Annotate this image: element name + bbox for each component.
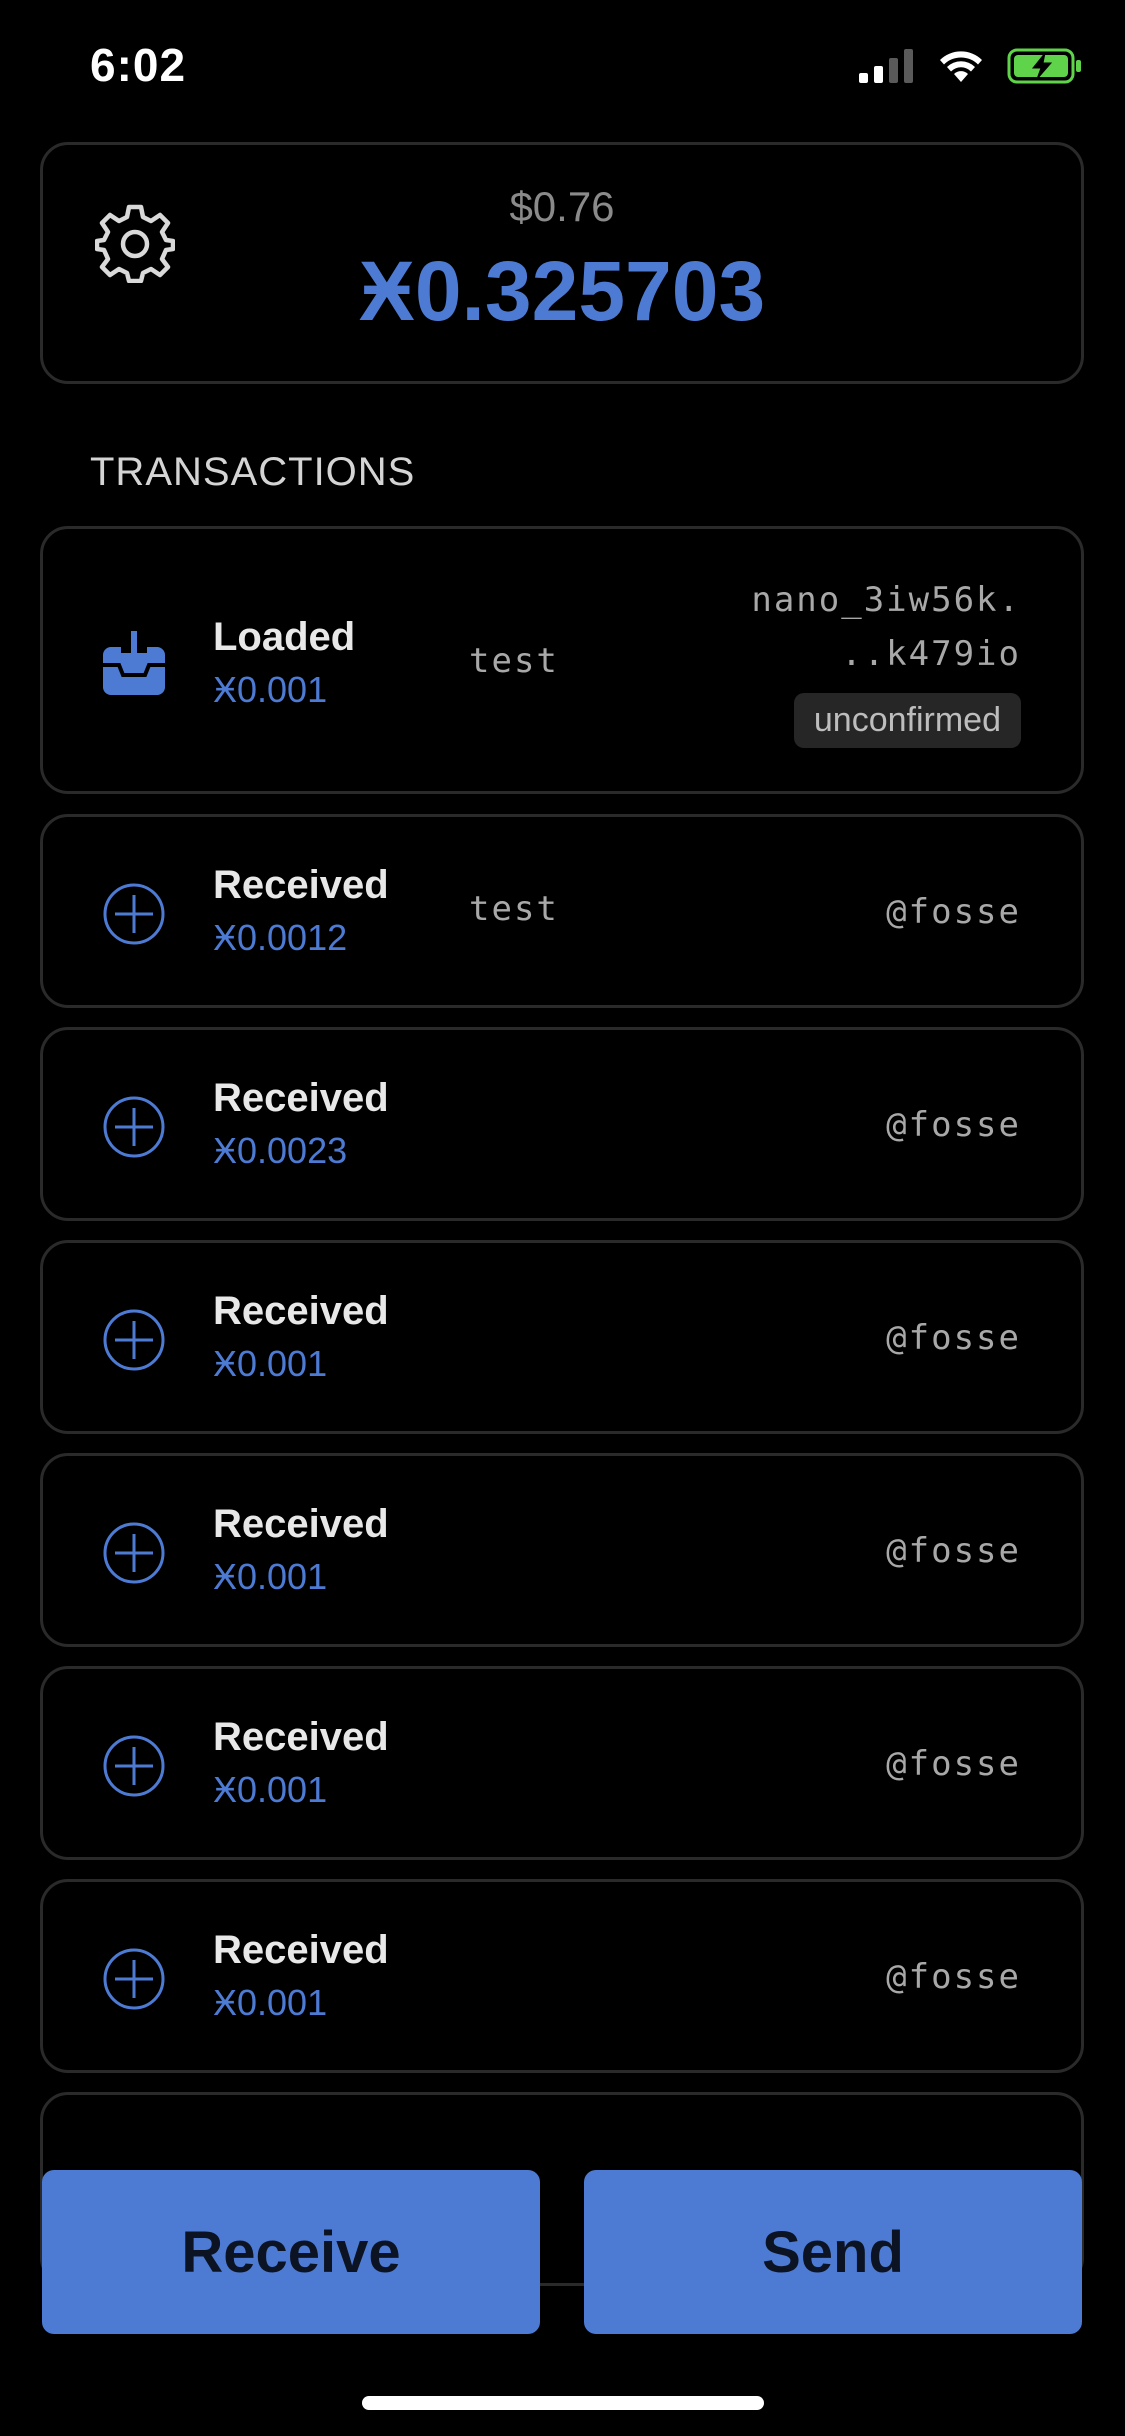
balance-card: $0.76 Ӿ0.325703 xyxy=(40,142,1084,384)
status-time: 6:02 xyxy=(90,39,187,91)
transaction-type: Received xyxy=(213,1502,389,1546)
fiat-balance: $0.76 xyxy=(509,183,615,230)
status-icons xyxy=(859,48,1083,84)
plus-circle-icon xyxy=(103,883,165,945)
plus-circle-icon xyxy=(103,1096,165,1158)
transaction-amount: Ӿ0.0012 xyxy=(213,917,348,958)
status-bar: 6:02 xyxy=(0,0,1125,140)
receive-button[interactable]: Receive xyxy=(42,2170,540,2334)
transaction-card[interactable]: Received Ӿ0.001 @fosse xyxy=(40,1666,1084,1860)
transaction-type: Received xyxy=(213,1076,389,1120)
plus-circle-icon xyxy=(103,1735,165,1797)
status-badge: unconfirmed xyxy=(793,693,1021,748)
battery-charging-icon xyxy=(1007,48,1081,84)
transaction-amount: Ӿ0.001 xyxy=(213,1343,328,1384)
transaction-amount: Ӿ0.001 xyxy=(213,1556,328,1597)
section-title: TRANSACTIONS xyxy=(90,450,416,494)
transaction-type: Received xyxy=(213,1289,389,1333)
plus-circle-icon xyxy=(103,1522,165,1584)
transaction-address-line1: nano_3iw56k. xyxy=(751,580,1021,620)
transaction-card[interactable]: Received Ӿ0.0023 @fosse xyxy=(40,1027,1084,1221)
transaction-type: Loaded xyxy=(213,615,356,659)
transaction-party: @fosse xyxy=(886,892,1021,932)
plus-circle-icon xyxy=(103,1948,165,2010)
transaction-card[interactable]: Received Ӿ0.0012 test @fosse xyxy=(40,814,1084,1008)
send-button[interactable]: Send xyxy=(584,2170,1082,2334)
transaction-memo: test xyxy=(469,889,559,929)
transaction-type: Received xyxy=(213,1928,389,1972)
transaction-party: @fosse xyxy=(886,1744,1021,1784)
transaction-party: @fosse xyxy=(886,1318,1021,1358)
transaction-type: Received xyxy=(213,863,389,907)
transaction-card[interactable]: Received Ӿ0.001 @fosse xyxy=(40,1879,1084,2073)
transaction-card[interactable]: Received Ӿ0.001 @fosse xyxy=(40,1240,1084,1434)
cellular-signal-icon xyxy=(859,49,913,83)
transaction-party: @fosse xyxy=(886,1957,1021,1997)
transaction-card[interactable]: Loaded Ӿ0.001 test nano_3iw56k. ..k479io… xyxy=(40,526,1084,794)
transaction-amount: Ӿ0.001 xyxy=(213,1769,328,1810)
transaction-address-line2: ..k479io xyxy=(841,634,1021,674)
transaction-memo: test xyxy=(469,641,559,681)
transaction-party: @fosse xyxy=(886,1531,1021,1571)
inbox-download-icon xyxy=(103,631,165,695)
transaction-type: Received xyxy=(213,1715,389,1759)
crypto-balance: Ӿ0.325703 xyxy=(358,244,766,338)
transaction-amount: Ӿ0.001 xyxy=(213,1982,328,2023)
transaction-card[interactable]: Received Ӿ0.001 @fosse xyxy=(40,1453,1084,1647)
wifi-icon xyxy=(940,51,982,82)
plus-circle-icon xyxy=(103,1309,165,1371)
home-indicator[interactable] xyxy=(362,2396,764,2410)
transaction-amount: Ӿ0.0023 xyxy=(213,1130,348,1171)
transaction-amount: Ӿ0.001 xyxy=(213,669,328,710)
transaction-party: @fosse xyxy=(886,1105,1021,1145)
